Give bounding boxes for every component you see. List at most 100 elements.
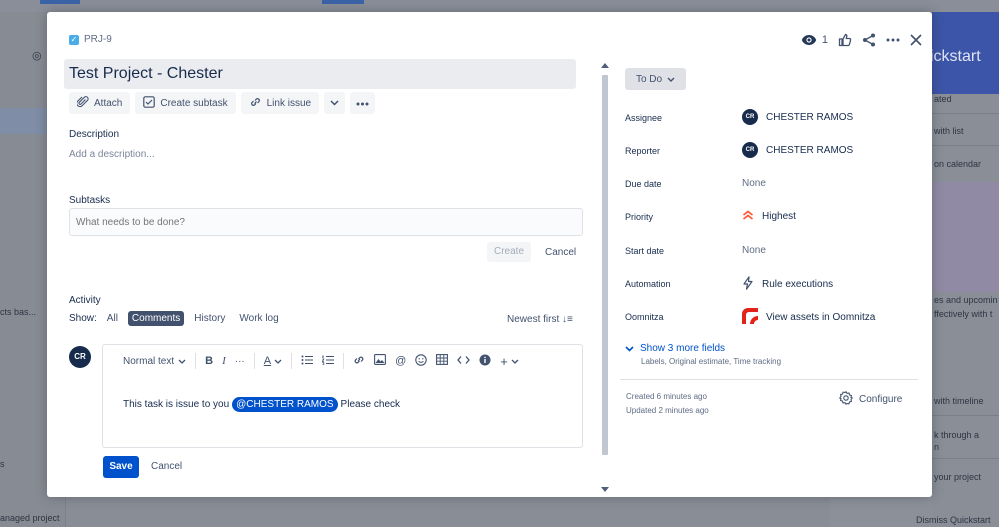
show-label: Show: — [69, 313, 97, 324]
thumbs-up-icon — [838, 33, 852, 47]
quickstart-item: es and upcomin — [934, 295, 998, 305]
close-button[interactable] — [910, 30, 922, 50]
start-date-label: Start date — [625, 246, 665, 256]
filter-work-log[interactable]: Work log — [235, 311, 282, 326]
more-actions-button[interactable] — [886, 30, 900, 50]
emoji-icon[interactable] — [415, 353, 428, 369]
eye-icon — [801, 34, 817, 46]
show-more-fields[interactable]: Show 3 more fields Labels, Original esti… — [625, 343, 781, 366]
paperclip-icon — [76, 95, 89, 111]
background-topbar — [0, 0, 999, 12]
close-icon — [910, 34, 922, 46]
oomnitza-label: Oomnitza — [625, 312, 664, 322]
subtask-cancel-button[interactable]: Cancel — [545, 247, 576, 258]
link-issue-dropdown[interactable] — [324, 92, 346, 114]
watch-count: 1 — [821, 34, 828, 46]
scroll-up-arrow-icon[interactable] — [601, 63, 609, 68]
quickstart-item: your project — [934, 472, 982, 482]
share-button[interactable] — [862, 30, 876, 50]
start-date-field[interactable]: None — [742, 245, 766, 256]
background-tab — [40, 0, 80, 4]
user-mention[interactable]: @CHESTER RAMOS — [232, 397, 338, 412]
save-button[interactable]: Save — [103, 456, 139, 478]
bold-icon[interactable]: B — [205, 355, 213, 367]
modal-actions: 1 — [801, 30, 922, 50]
priority-field[interactable]: Highest — [742, 210, 796, 223]
quickstart-item: n — [934, 442, 940, 452]
filter-all[interactable]: All — [103, 311, 122, 326]
description-field[interactable]: Add a description... — [69, 149, 155, 160]
configure-button[interactable]: Configure — [838, 391, 902, 408]
description-label: Description — [69, 129, 120, 140]
due-date-field[interactable]: None — [742, 178, 766, 189]
like-button[interactable] — [838, 30, 852, 50]
code-icon[interactable] — [457, 355, 471, 368]
numbered-list-icon[interactable] — [321, 355, 335, 368]
subtask-input[interactable] — [69, 208, 583, 236]
priority-highest-icon — [742, 210, 754, 223]
avatar: CR — [69, 346, 91, 368]
background-sidebar-text: anaged project — [0, 513, 60, 523]
image-icon[interactable] — [374, 354, 387, 368]
issue-title[interactable]: Test Project - Chester — [64, 59, 576, 89]
link-icon[interactable] — [353, 354, 365, 369]
gear-icon — [838, 391, 854, 408]
create-subtask-button[interactable]: Create subtask — [135, 92, 236, 114]
activity-label: Activity — [69, 295, 101, 306]
chevron-down-icon — [667, 77, 675, 82]
oomnitza-field[interactable]: View assets in Oomnitza — [742, 308, 875, 327]
scrollbar-thumb[interactable] — [602, 75, 608, 455]
assignee-field[interactable]: CR CHESTER RAMOS — [742, 109, 853, 125]
comment-text[interactable]: This task is issue to you @CHESTER RAMOS… — [123, 397, 400, 412]
assignee-label: Assignee — [625, 113, 663, 123]
bullet-list-icon[interactable] — [301, 355, 314, 368]
issue-key[interactable]: PRJ-9 — [84, 34, 112, 45]
comment-editor[interactable]: Normal text B I ··· A @ + This task is i… — [102, 344, 583, 448]
sort-order-button[interactable]: Newest first ↓≡ — [507, 314, 573, 325]
mention-icon[interactable]: @ — [395, 355, 406, 367]
subtasks-label: Subtasks — [69, 195, 111, 206]
filter-history[interactable]: History — [190, 311, 229, 326]
quickstart-item: ated — [934, 94, 952, 104]
chevron-down-icon — [178, 359, 186, 364]
watch-button[interactable]: 1 — [801, 30, 828, 50]
created-timestamp: Created 6 minutes ago — [626, 392, 707, 401]
issue-key-breadcrumb[interactable]: ✓ PRJ-9 — [69, 34, 112, 45]
link-icon — [249, 96, 262, 111]
more-icon — [356, 98, 369, 109]
table-icon[interactable] — [436, 354, 449, 368]
insert-more-icon[interactable]: + — [500, 354, 519, 369]
info-icon[interactable] — [479, 354, 491, 369]
more-fields-list: Labels, Original estimate, Time tracking — [641, 357, 782, 366]
italic-icon[interactable]: I — [222, 355, 226, 367]
automation-field[interactable]: Rule executions — [742, 276, 833, 293]
avatar: CR — [742, 142, 758, 158]
reporter-field[interactable]: CR CHESTER RAMOS — [742, 142, 853, 158]
subtask-icon — [143, 95, 156, 111]
quickstart-item: k through a — [934, 430, 980, 440]
toolbar-more-button[interactable] — [350, 92, 376, 114]
more-icon — [886, 38, 900, 42]
chevron-down-icon — [330, 98, 339, 109]
divider — [620, 379, 918, 380]
link-issue-button[interactable]: Link issue — [240, 92, 320, 114]
comment-cancel-button[interactable]: Cancel — [151, 461, 182, 472]
chevron-down-icon — [625, 345, 634, 352]
issue-toolbar: Attach Create subtask Link issue — [69, 92, 376, 114]
automation-label: Automation — [625, 279, 671, 289]
more-formatting-icon[interactable]: ··· — [235, 356, 245, 367]
text-color-icon[interactable]: A — [264, 355, 282, 367]
create-subtask-submit[interactable]: Create — [487, 242, 531, 262]
scrollbar[interactable] — [600, 60, 610, 497]
background-tool-icon: ◎ — [32, 50, 42, 62]
filter-comments[interactable]: Comments — [127, 311, 185, 326]
oomnitza-logo-icon — [742, 308, 758, 327]
attach-button[interactable]: Attach — [69, 92, 131, 114]
editor-toolbar: Normal text B I ··· A @ + — [123, 353, 519, 369]
text-style-dropdown[interactable]: Normal text — [123, 356, 186, 367]
quickstart-item: ffectively with t — [934, 309, 993, 319]
status-dropdown[interactable]: To Do — [625, 68, 686, 90]
share-icon — [862, 33, 876, 47]
quickstart-header: ickstart — [930, 12, 999, 94]
scroll-down-arrow-icon[interactable] — [601, 487, 609, 492]
